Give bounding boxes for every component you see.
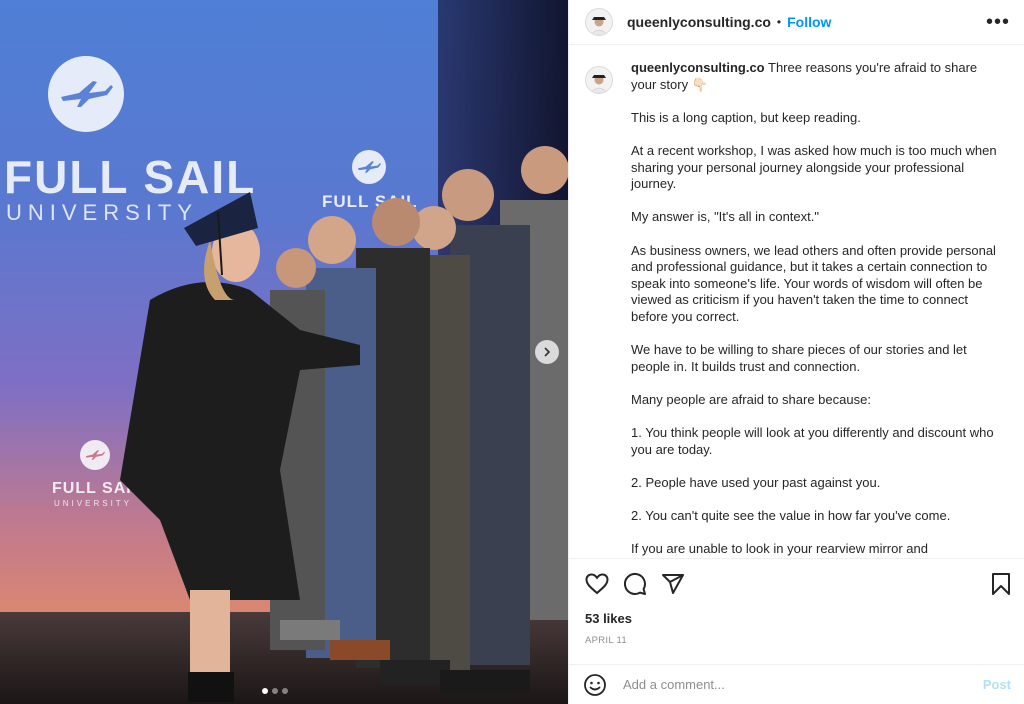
comment-input[interactable] xyxy=(621,676,983,693)
caption-paragraph: Many people are afraid to share because: xyxy=(631,391,871,407)
caption-paragraph: At a recent workshop, I was asked how mu… xyxy=(631,142,997,192)
post-side-panel: queenlyconsulting.co • Follow ••• queenl… xyxy=(568,0,1024,704)
post-date: APRIL 11 xyxy=(585,635,628,646)
paper-plane-icon xyxy=(662,574,684,594)
caption-paragraph: If you are unable to look in your rearvi… xyxy=(631,541,928,557)
emoji-button[interactable] xyxy=(583,673,607,697)
likes-count[interactable]: 53 likes xyxy=(585,611,1011,626)
caption-username[interactable]: queenlyconsulting.co xyxy=(631,60,765,75)
add-comment-bar: Post xyxy=(569,664,1024,704)
caption-paragraph: My answer is, "It's all in context." xyxy=(631,209,819,225)
carousel-next-button[interactable] xyxy=(535,340,559,364)
emoji-icon xyxy=(584,673,606,696)
carousel-dot xyxy=(272,688,278,694)
share-button[interactable] xyxy=(661,573,685,595)
caption-paragraph: 1. You think people will look at you dif… xyxy=(631,425,994,457)
profile-photo-icon xyxy=(590,17,608,35)
caption-paragraph: 2. You can't quite see the value in how … xyxy=(631,508,951,524)
caption-paragraph: This is a long caption, but keep reading… xyxy=(631,109,861,125)
bookmark-icon xyxy=(992,573,1010,595)
avatar[interactable] xyxy=(585,8,613,36)
heart-icon xyxy=(585,573,609,595)
caption-paragraph: As business owners, we lead others and o… xyxy=(631,242,996,324)
header-separator: • xyxy=(776,15,782,29)
carousel-indicator xyxy=(262,688,288,694)
caption-avatar[interactable] xyxy=(585,66,613,94)
like-button[interactable] xyxy=(585,573,609,595)
post-comment-button[interactable]: Post xyxy=(983,677,1011,692)
post-header: queenlyconsulting.co • Follow ••• xyxy=(569,0,1024,45)
post-photo[interactable]: FULL SAIL UNIVERSITY FULL SAIL FULL SAIL… xyxy=(0,0,568,704)
carousel-dot xyxy=(262,688,268,694)
save-button[interactable] xyxy=(991,572,1011,596)
caption: queenlyconsulting.co Three reasons you'r… xyxy=(569,60,1024,558)
more-options-icon[interactable]: ••• xyxy=(986,12,1010,32)
carousel-dot xyxy=(282,688,288,694)
caption-scroll-area[interactable]: queenlyconsulting.co Three reasons you'r… xyxy=(569,60,1024,558)
caption-text: queenlyconsulting.co Three reasons you'r… xyxy=(631,60,997,558)
follow-button[interactable]: Follow xyxy=(787,14,831,30)
caption-paragraph: 2. People have used your past against yo… xyxy=(631,474,881,490)
post-actions: 53 likes APRIL 11 xyxy=(569,558,1024,646)
action-icons xyxy=(585,571,1011,597)
comment-icon xyxy=(623,572,646,595)
profile-photo-icon xyxy=(590,75,608,93)
header-username[interactable]: queenlyconsulting.co xyxy=(627,14,771,30)
graduation-scene xyxy=(120,146,568,702)
chevron-right-icon xyxy=(544,347,551,357)
caption-paragraph: We have to be willing to share pieces of… xyxy=(631,342,967,374)
comment-button[interactable] xyxy=(623,572,647,596)
